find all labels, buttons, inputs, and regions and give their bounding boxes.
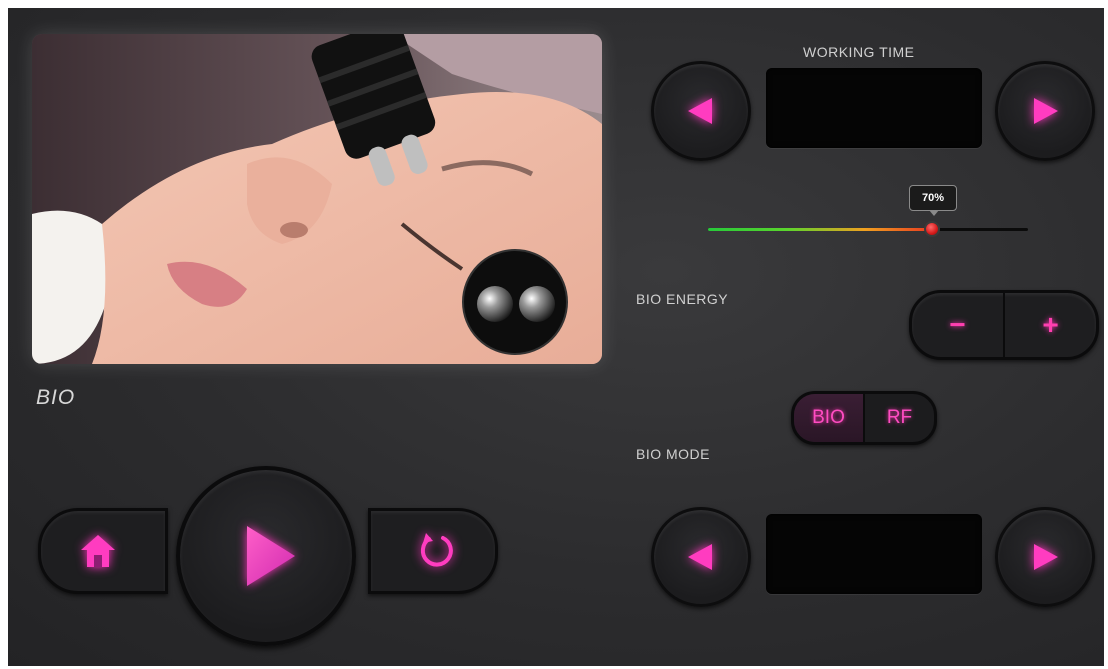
refresh-icon	[420, 533, 453, 567]
home-button[interactable]	[38, 508, 168, 594]
working-time-display	[766, 68, 982, 148]
plus-icon: +	[1042, 309, 1059, 340]
home-icon	[81, 535, 115, 567]
triangle-right-icon	[1034, 544, 1058, 570]
bio-mode-display	[766, 514, 982, 594]
energy-slider[interactable]	[708, 221, 1028, 238]
triangle-right-icon	[1034, 98, 1058, 124]
energy-minus-button[interactable]: −	[912, 293, 1003, 357]
working-time-decrease-button[interactable]	[651, 61, 751, 161]
slider-tooltip: 70%	[909, 185, 957, 216]
minus-icon: −	[949, 309, 966, 340]
triangle-left-icon	[688, 98, 712, 124]
slider-fill	[708, 228, 932, 231]
reset-button[interactable]	[368, 508, 498, 594]
play-button[interactable]	[176, 466, 356, 646]
bio-mode-label: BIO MODE	[636, 446, 711, 462]
slider-knob[interactable]	[924, 221, 940, 237]
play-icon	[247, 526, 295, 586]
bio-rf-toggle: BIO RF	[791, 391, 937, 445]
toggle-bio[interactable]: BIO	[794, 394, 863, 442]
bio-mode-next-button[interactable]	[995, 507, 1095, 607]
working-time-label: WORKING TIME	[803, 44, 915, 60]
toggle-rf[interactable]: RF	[865, 394, 934, 442]
bio-energy-stepper: − +	[909, 290, 1099, 360]
energy-plus-button[interactable]: +	[1005, 293, 1096, 357]
bio-energy-label: BIO ENERGY	[636, 291, 729, 307]
bio-mode-previous-button[interactable]	[651, 507, 751, 607]
mode-title: BIO	[36, 386, 76, 409]
working-time-increase-button[interactable]	[995, 61, 1095, 161]
device-panel: BIO WORKING TIME 70% BIO ENERGY − + BIO …	[8, 8, 1104, 666]
triangle-left-icon	[688, 544, 712, 570]
treatment-photo	[32, 34, 602, 364]
